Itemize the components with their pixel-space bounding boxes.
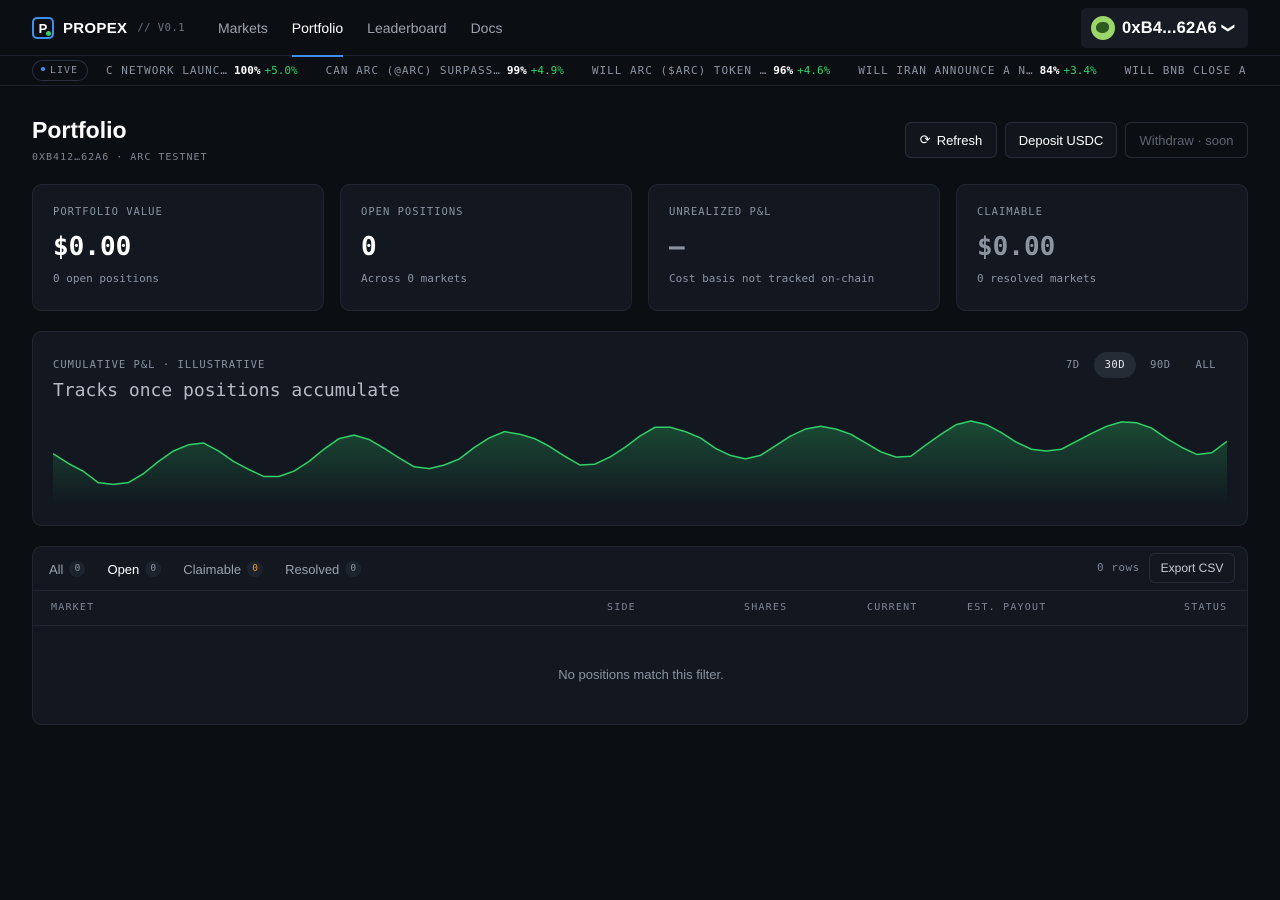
withdraw-button[interactable]: Withdraw · soon xyxy=(1125,122,1248,158)
stat-value: $0.00 xyxy=(53,232,132,262)
page-subtitle: 0XB412…62A6 · ARC TESTNET xyxy=(32,152,208,163)
table-header: MARKET SIDE SHARES CURRENT EST. PAYOUT S… xyxy=(33,590,1247,626)
column-header-market[interactable]: MARKET xyxy=(51,602,94,613)
ticker-item[interactable]: WILL IRAN ANNOUNCE A N… 84% +3.4% xyxy=(858,56,1096,85)
nav-docs[interactable]: Docs xyxy=(471,0,503,56)
live-badge: LIVE xyxy=(32,60,89,81)
filter-label: Resolved xyxy=(285,561,340,577)
ticker-item[interactable]: WILL ARC ($ARC) TOKEN … 96% +4.6% xyxy=(592,56,830,85)
deposit-button[interactable]: Deposit USDC xyxy=(1005,122,1117,158)
range-all[interactable]: ALL xyxy=(1185,352,1227,378)
main-nav: Markets Portfolio Leaderboard Docs xyxy=(218,0,526,57)
position-filters: All 0 Open 0 Claimable 0 Resolved 0 xyxy=(49,557,383,581)
logo-icon: P xyxy=(32,17,54,39)
chart-label: CUMULATIVE P&L · ILLUSTRATIVE xyxy=(53,359,266,371)
live-label: LIVE xyxy=(50,65,79,76)
ticker-item[interactable]: C NETWORK LAUNC… 100% +5.0% xyxy=(106,56,298,85)
stat-card-claimable: CLAIMABLE $0.00 0 resolved markets xyxy=(956,184,1248,311)
ticker-change: +5.0% xyxy=(264,64,298,77)
live-dot-icon xyxy=(41,67,45,71)
nav-markets[interactable]: Markets xyxy=(218,0,268,56)
filter-all[interactable]: All 0 xyxy=(49,561,86,577)
nav-leaderboard[interactable]: Leaderboard xyxy=(367,0,446,56)
stat-value: — xyxy=(669,232,685,262)
ticker-price: 99% xyxy=(506,64,527,77)
wallet-button[interactable]: 0xB4...62A6 ❯ xyxy=(1081,8,1248,48)
stat-card-unrealized-pnl: UNREALIZED P&L — Cost basis not tracked … xyxy=(648,184,940,311)
stat-label: CLAIMABLE xyxy=(977,206,1043,218)
column-header-side[interactable]: SIDE xyxy=(607,602,636,613)
logo-dot xyxy=(46,31,51,36)
ticker-question: CAN ARC (@ARC) SURPASS… xyxy=(325,64,501,77)
top-navbar: P PROPEX // V0.1 Markets Portfolio Leade… xyxy=(0,0,1280,57)
ticker-change: +4.9% xyxy=(530,64,564,77)
refresh-icon: ⟳ xyxy=(919,132,931,147)
pnl-chart-card: CUMULATIVE P&L · ILLUSTRATIVE Tracks onc… xyxy=(32,331,1248,526)
range-90d[interactable]: 90D xyxy=(1139,352,1181,378)
filter-count: 0 xyxy=(345,561,362,577)
ticker-item[interactable]: CAN ARC (@ARC) SURPASS… 99% +4.9% xyxy=(326,56,564,85)
stat-label: UNREALIZED P&L xyxy=(669,206,772,218)
range-30d[interactable]: 30D xyxy=(1093,352,1137,378)
refresh-label: Refresh xyxy=(936,132,983,148)
stat-note: 0 open positions xyxy=(53,272,159,285)
filter-count: 0 xyxy=(247,561,264,577)
filter-claimable[interactable]: Claimable 0 xyxy=(183,561,264,577)
nav-portfolio[interactable]: Portfolio xyxy=(291,0,344,57)
ticker-items: C NETWORK LAUNC… 100% +5.0% CAN ARC (@ARC) … xyxy=(106,56,1280,85)
ticker-price: 84% xyxy=(1039,64,1060,77)
stat-label: PORTFOLIO VALUE xyxy=(53,206,163,218)
column-header-status[interactable]: STATUS xyxy=(1184,602,1227,613)
stat-label: OPEN POSITIONS xyxy=(361,206,464,218)
wallet-address: 0xB4...62A6 xyxy=(1122,18,1217,37)
ticker-question: WILL ARC ($ARC) TOKEN … xyxy=(591,64,768,77)
pnl-area xyxy=(53,421,1227,506)
filter-resolved[interactable]: Resolved 0 xyxy=(285,561,362,577)
export-csv-button[interactable]: Export CSV xyxy=(1149,553,1235,583)
market-ticker: LIVE C NETWORK LAUNC… 100% +5.0% CAN ARC (@… xyxy=(0,56,1280,86)
column-header-est-payout[interactable]: EST. PAYOUT xyxy=(967,602,1046,613)
ticker-question: C NETWORK LAUNC… xyxy=(106,64,228,77)
stat-note: 0 resolved markets xyxy=(977,272,1097,285)
chevron-down-icon: ❯ xyxy=(1221,22,1237,34)
filter-open[interactable]: Open 0 xyxy=(107,561,162,577)
filter-label: All xyxy=(49,561,64,577)
column-header-current[interactable]: CURRENT xyxy=(867,602,918,613)
brand-version: // V0.1 xyxy=(137,22,186,34)
filter-label: Claimable xyxy=(183,561,242,577)
refresh-button[interactable]: ⟳ Refresh xyxy=(905,122,997,158)
brand-name: PROPEX xyxy=(63,19,128,37)
filter-label: Open xyxy=(107,561,140,577)
avatar xyxy=(1091,16,1115,40)
ticker-change: +3.4% xyxy=(1063,64,1097,77)
ticker-item[interactable]: WILL BNB CLOSE A xyxy=(1125,56,1257,85)
empty-state-message: No positions match this filter. xyxy=(558,667,724,682)
range-selector: 7D 30D 90D ALL xyxy=(1052,352,1227,378)
stat-note: Across 0 markets xyxy=(361,272,467,285)
positions-table-card: All 0 Open 0 Claimable 0 Resolved 0 0 ro… xyxy=(32,546,1248,725)
stat-card-open-positions: OPEN POSITIONS 0 Across 0 markets xyxy=(340,184,632,311)
ticker-price: 100% xyxy=(233,64,261,77)
ticker-price: 96% xyxy=(773,64,794,77)
page-title: Portfolio xyxy=(32,117,127,143)
filter-count: 0 xyxy=(69,561,86,577)
ticker-question: WILL IRAN ANNOUNCE A N… xyxy=(858,64,1034,77)
filter-count: 0 xyxy=(145,561,162,577)
brand[interactable]: P PROPEX // V0.1 xyxy=(32,16,185,40)
chart-heading: Tracks once positions accumulate xyxy=(53,380,400,401)
ticker-question: WILL BNB CLOSE A xyxy=(1124,64,1247,77)
stat-note: Cost basis not tracked on-chain xyxy=(669,272,875,285)
pnl-chart xyxy=(53,420,1227,506)
stat-value: 0 xyxy=(361,232,377,262)
ticker-change: +4.6% xyxy=(797,64,831,77)
column-header-shares[interactable]: SHARES xyxy=(744,602,787,613)
stat-card-portfolio-value: PORTFOLIO VALUE $0.00 0 open positions xyxy=(32,184,324,311)
range-7d[interactable]: 7D xyxy=(1055,352,1091,378)
rows-count: 0 rows xyxy=(1097,561,1140,574)
stat-value: $0.00 xyxy=(977,232,1056,262)
